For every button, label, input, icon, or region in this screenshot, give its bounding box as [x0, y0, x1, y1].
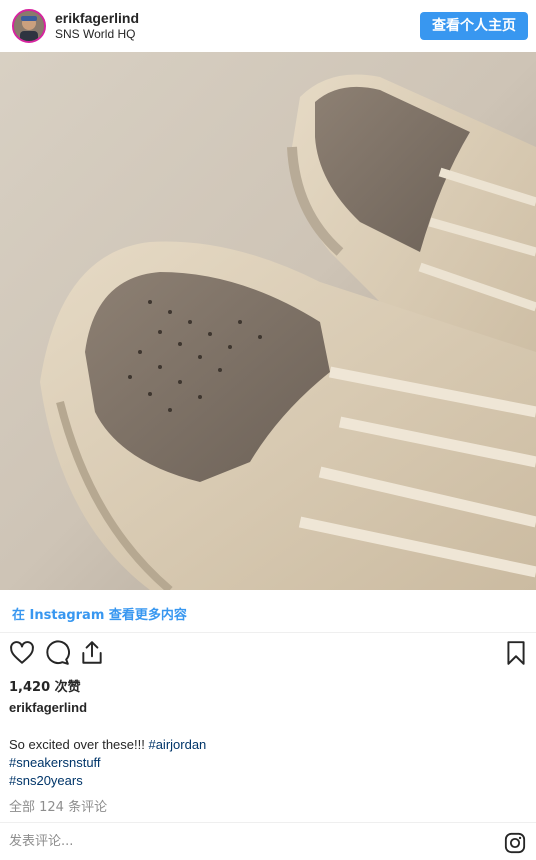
hashtag-link[interactable]: #sns20years: [9, 773, 83, 788]
likes-count[interactable]: 1,420 次赞: [9, 676, 81, 695]
divider: [0, 632, 536, 633]
hashtag-link[interactable]: #sneakersnstuff: [9, 755, 101, 770]
post-photo[interactable]: [0, 52, 536, 590]
avatar[interactable]: [12, 9, 46, 43]
sneakers-photo: [0, 52, 536, 590]
hashtag-link[interactable]: #airjordan: [148, 737, 206, 752]
comment-icon[interactable]: [44, 640, 70, 666]
comment-bar: [0, 822, 536, 860]
heart-icon[interactable]: [9, 640, 35, 666]
username-link[interactable]: erikfagerlind: [55, 10, 139, 27]
user-block: erikfagerlind SNS World HQ: [55, 10, 139, 42]
avatar-image: [14, 11, 44, 41]
caption: So excited over these!!! #airjordan #sne…: [9, 736, 206, 790]
instagram-icon[interactable]: [504, 832, 526, 854]
action-bar: [0, 640, 536, 670]
comment-input[interactable]: [9, 834, 409, 849]
share-icon[interactable]: [79, 640, 105, 666]
post-header: erikfagerlind SNS World HQ 查看个人主页: [0, 0, 536, 52]
location-link[interactable]: SNS World HQ: [55, 27, 139, 42]
caption-text: So excited over these!!!: [9, 737, 149, 752]
view-all-comments-link[interactable]: 全部 124 条评论: [9, 796, 107, 815]
view-more-link[interactable]: 在 Instagram 查看更多内容: [12, 604, 187, 623]
caption-username[interactable]: erikfagerlind: [9, 700, 87, 715]
view-profile-button[interactable]: 查看个人主页: [420, 12, 528, 40]
bookmark-icon[interactable]: [503, 640, 529, 666]
